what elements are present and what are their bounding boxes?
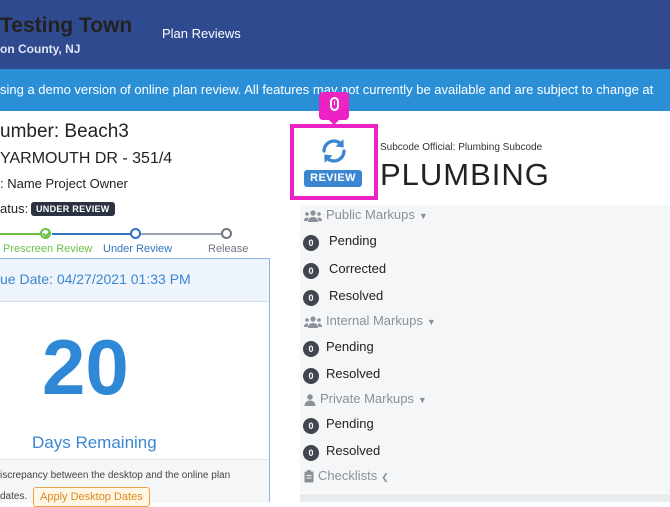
- count-badge: 0: [303, 235, 319, 251]
- public-markups-title: Public Markups: [326, 207, 415, 222]
- internal-markups-title: Internal Markups: [326, 313, 423, 328]
- list-item[interactable]: 0 Resolved: [303, 288, 503, 306]
- count-badge: 0: [303, 368, 319, 384]
- list-item[interactable]: 0 Resolved: [303, 443, 503, 461]
- chevron-down-icon: ▼: [417, 395, 427, 405]
- step-under-review: Under Review: [103, 243, 173, 255]
- count-badge: 0: [303, 263, 319, 279]
- list-item[interactable]: 0 Resolved: [303, 366, 503, 384]
- count-badge: 0: [303, 290, 319, 306]
- discrepancy-text-2: dates.: [0, 491, 28, 502]
- step-pending-icon: [221, 228, 232, 239]
- step-current-icon: [130, 228, 141, 239]
- checklists-title: Checklists: [318, 468, 378, 483]
- project-owner: : Name Project Owner: [0, 176, 128, 191]
- step-prescreen-review: Prescreen Review: [3, 243, 93, 255]
- markup-status-label: Corrected: [329, 261, 387, 276]
- panel-bottom-border: [300, 494, 670, 502]
- markup-status-label: Resolved: [326, 366, 381, 381]
- town-name: Testing Town: [0, 14, 133, 37]
- progress-line-review: [52, 233, 132, 235]
- chevron-down-icon: ▼: [426, 317, 436, 327]
- list-item[interactable]: 0 Pending: [303, 339, 503, 357]
- markup-status-label: Pending: [326, 416, 374, 431]
- subcode-title: PLUMBING: [380, 157, 550, 192]
- county-name: on County, NJ: [0, 42, 81, 56]
- status-badge: UNDER REVIEW: [31, 202, 115, 216]
- days-remaining-label: Days Remaining: [32, 433, 157, 452]
- users-icon: [304, 315, 322, 328]
- clipboard-icon: [304, 470, 314, 483]
- progress-line-release: [140, 233, 222, 235]
- count-badge: 0: [303, 341, 319, 357]
- internal-markups-toggle[interactable]: Internal Markups ▼: [304, 313, 436, 328]
- count-badge: 0: [303, 445, 319, 461]
- subcode-official: Subcode Official: Plumbing Subcode: [380, 142, 543, 153]
- chevron-down-icon: ▼: [418, 211, 428, 221]
- list-item[interactable]: 0 Pending: [303, 233, 503, 251]
- chevron-left-icon: ❮: [381, 472, 389, 482]
- status-label: atus:: [0, 201, 29, 216]
- list-item[interactable]: 0 Pending: [303, 416, 503, 434]
- check-icon: [40, 228, 51, 239]
- review-button[interactable]: REVIEW: [304, 170, 362, 187]
- permit-address: YARMOUTH DR - 351/4: [0, 150, 173, 167]
- count-badge: 0: [303, 418, 319, 434]
- user-icon: [304, 393, 316, 406]
- apply-desktop-dates-button[interactable]: Apply Desktop Dates: [33, 487, 150, 507]
- markup-status-label: Pending: [329, 233, 377, 248]
- discrepancy-text: iscrepancy between the desktop and the o…: [0, 470, 231, 481]
- private-markups-title: Private Markups: [320, 391, 414, 406]
- checklists-toggle[interactable]: Checklists ❮: [304, 468, 389, 483]
- markup-status-label: Pending: [326, 339, 374, 354]
- sync-icon[interactable]: [319, 136, 349, 166]
- nav-plan-reviews[interactable]: Plan Reviews: [162, 26, 241, 41]
- users-icon: [304, 209, 322, 222]
- markup-status-label: Resolved: [326, 443, 381, 458]
- step-release: Release: [208, 243, 249, 255]
- markup-status-label: Resolved: [329, 288, 384, 303]
- due-date: ue Date: 04/27/2021 01:33 PM: [0, 271, 191, 287]
- list-item[interactable]: 0 Corrected: [303, 261, 503, 279]
- permit-number: umber: Beach3: [0, 121, 129, 142]
- mouse-icon: [330, 97, 339, 111]
- public-markups-toggle[interactable]: Public Markups ▼: [304, 207, 428, 222]
- days-remaining-count: 20: [42, 323, 129, 411]
- private-markups-toggle[interactable]: Private Markups ▼: [304, 391, 427, 406]
